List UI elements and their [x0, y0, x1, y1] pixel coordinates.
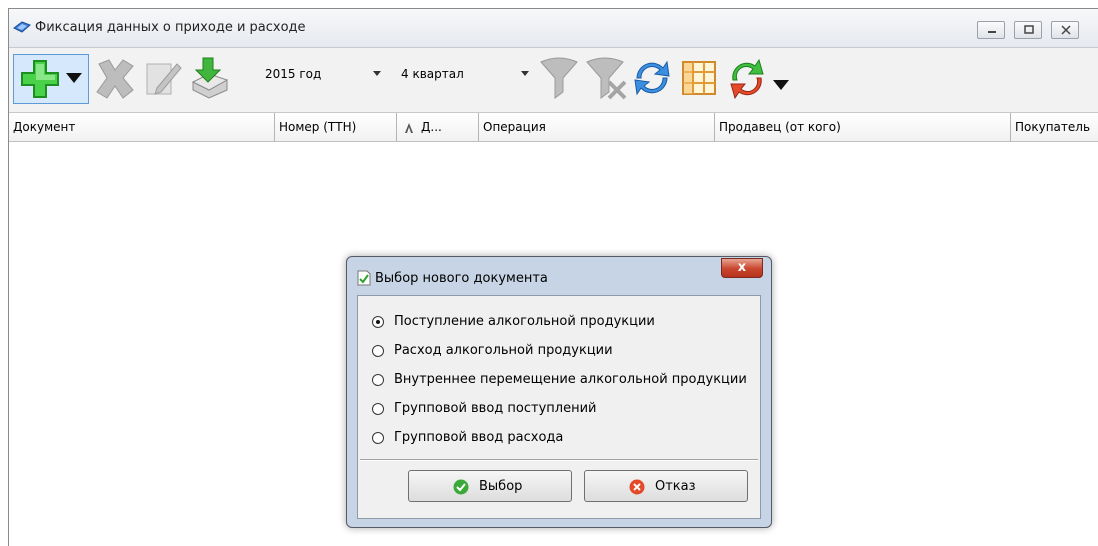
- cancel-circle-icon: [629, 479, 645, 495]
- delete-icon[interactable]: [93, 58, 137, 100]
- chevron-down-icon: [521, 71, 529, 76]
- close-icon: [1061, 25, 1071, 35]
- edit-icon[interactable]: [143, 58, 183, 100]
- sort-ascending-icon: [405, 122, 413, 133]
- columns-icon[interactable]: [681, 60, 719, 98]
- select-button-label: Выбор: [479, 479, 523, 494]
- new-document-dialog: Выбор нового документа x Поступление алк…: [346, 256, 772, 528]
- dialog-title: Выбор нового документа: [375, 271, 548, 286]
- column-header-ttn-number[interactable]: Номер (ТТН): [275, 113, 397, 141]
- close-window-button[interactable]: [1051, 21, 1079, 39]
- radio-group-expense[interactable]: [372, 432, 384, 444]
- document-check-icon: [357, 270, 371, 286]
- quarter-select-value: 4 квартал: [401, 67, 464, 81]
- column-header-date[interactable]: Д...: [397, 113, 479, 141]
- app-icon: [13, 19, 31, 35]
- cancel-button-label: Отказ: [655, 479, 696, 494]
- check-circle-icon: [453, 479, 469, 495]
- dialog-body: Поступление алкогольной продукции Расход…: [357, 295, 761, 519]
- column-header-seller[interactable]: Продавец (от кого): [715, 113, 1011, 141]
- grid-header: Документ Номер (ТТН) Д... Операция Прода…: [9, 113, 1098, 142]
- year-select[interactable]: 2015 год: [265, 63, 395, 85]
- toolbar: 2015 год 4 квартал: [9, 48, 1098, 113]
- cancel-button[interactable]: Отказ: [584, 470, 748, 502]
- filter-icon[interactable]: [539, 56, 579, 102]
- add-document-button[interactable]: [13, 54, 89, 104]
- column-header-buyer[interactable]: Покупатель: [1011, 113, 1098, 141]
- title-bar: Фиксация данных о приходе и расходе: [9, 9, 1098, 48]
- minimize-icon: [988, 31, 996, 33]
- download-icon[interactable]: [189, 56, 231, 100]
- sync-icon[interactable]: [725, 56, 769, 102]
- clear-filter-icon[interactable]: [585, 56, 629, 102]
- radio-internal-transfer[interactable]: [372, 374, 384, 386]
- plus-icon: [21, 60, 59, 98]
- maximize-button[interactable]: [1014, 21, 1042, 39]
- radio-group-income[interactable]: [372, 403, 384, 415]
- select-button[interactable]: Выбор: [408, 470, 572, 502]
- year-select-value: 2015 год: [265, 67, 322, 81]
- radio-expense[interactable]: [372, 345, 384, 357]
- dialog-close-button[interactable]: x: [721, 258, 763, 278]
- column-header-operation[interactable]: Операция: [479, 113, 715, 141]
- chevron-down-icon[interactable]: [771, 78, 791, 92]
- radio-income[interactable]: [372, 316, 384, 328]
- close-icon: x: [737, 260, 747, 275]
- minimize-button[interactable]: [977, 21, 1005, 39]
- quarter-select[interactable]: 4 квартал: [401, 63, 529, 85]
- window-title: Фиксация данных о приходе и расходе: [35, 20, 306, 35]
- chevron-down-icon: [66, 73, 82, 83]
- maximize-icon: [1024, 25, 1034, 34]
- dialog-separator: [360, 459, 758, 461]
- refresh-icon[interactable]: [631, 56, 673, 100]
- chevron-down-icon: [373, 71, 381, 76]
- column-header-document[interactable]: Документ: [9, 113, 275, 141]
